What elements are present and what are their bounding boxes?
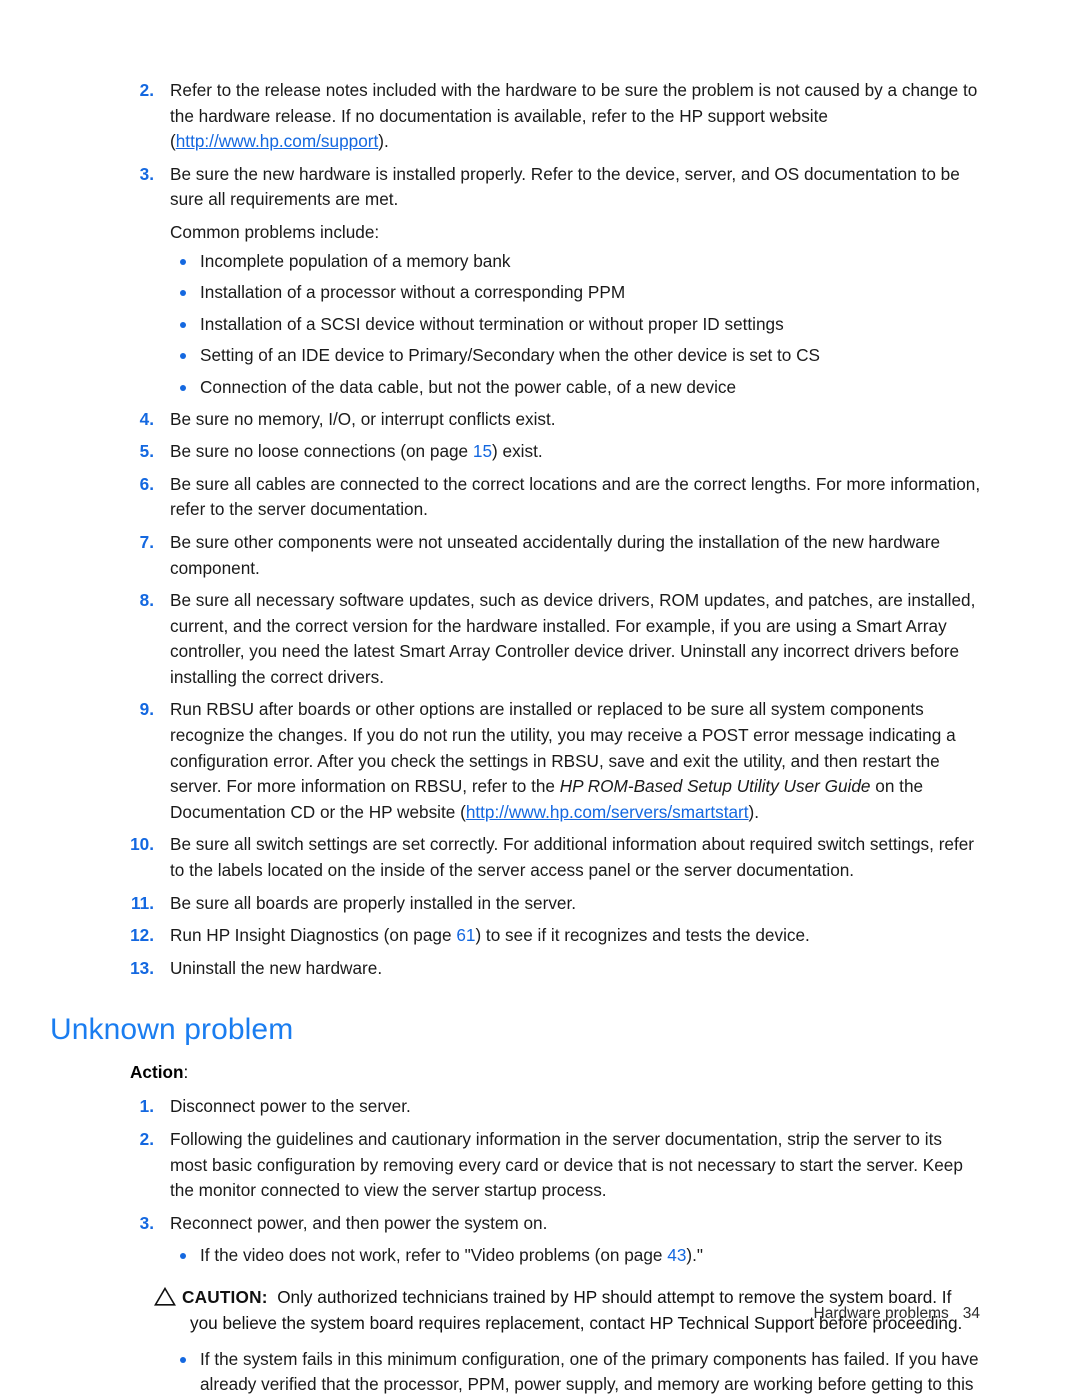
list-number: 13. xyxy=(130,957,154,978)
page-xref-15[interactable]: 15 xyxy=(473,441,492,461)
list-number: 1. xyxy=(139,1096,154,1117)
list-item-text: Disconnect power to the server. xyxy=(170,1096,411,1117)
list-number: 2. xyxy=(139,1129,154,1149)
list-number: 11. xyxy=(131,892,154,913)
list-item-text: Be sure no memory, I/O, or interrupt con… xyxy=(170,408,556,429)
list-item-text: Refer to the release notes included with… xyxy=(170,78,982,155)
list-item-step-12: 12. Run HP Insight Diagnostics (on page … xyxy=(42,923,982,949)
bullet-dot-icon xyxy=(180,1253,186,1260)
step-9-text-tail: ). xyxy=(748,801,760,822)
bullet-text: Installation of a SCSI device without te… xyxy=(200,313,784,334)
list-item-text: Be sure no loose connections (on page 15… xyxy=(170,439,982,465)
list-item-action-2: 2. Following the guidelines and cautiona… xyxy=(42,1127,982,1204)
page-title: Unknown problem xyxy=(50,1013,294,1047)
bullet-text-tail: )." xyxy=(686,1245,703,1266)
bullet-text: Installation of a processor without a co… xyxy=(200,282,626,303)
list-item-step-2: 2. Refer to the release notes included w… xyxy=(42,78,982,155)
bullet-text: If the video does not work, refer to "Vi… xyxy=(200,1245,668,1266)
list-item: Installation of a processor without a co… xyxy=(42,280,982,306)
list-number: 2. xyxy=(139,80,154,100)
page-footer: Hardware problems 34 xyxy=(0,1305,1080,1323)
hp-support-link[interactable]: http://www.hp.com/support xyxy=(176,131,379,151)
list-item: If the system fails in this minimum conf… xyxy=(42,1347,982,1397)
list-item-text: Be sure all necessary software updates, … xyxy=(170,590,976,687)
warning-triangle-icon xyxy=(154,1286,176,1306)
bullet-dot-icon xyxy=(180,258,186,265)
step-2-text-tail: ). xyxy=(378,131,389,152)
list-item-step-5: 5. Be sure no loose connections (on page… xyxy=(42,439,982,465)
smartstart-link[interactable]: http://www.hp.com/servers/smartstart xyxy=(466,802,749,822)
caution-label: CAUTION: xyxy=(182,1286,268,1307)
list-item-step-6: 6. Be sure all cables are connected to t… xyxy=(42,472,982,523)
list-item-text: Uninstall the new hardware. xyxy=(170,957,383,978)
bullet-text: Incomplete population of a memory bank xyxy=(200,250,511,271)
list-number: 4. xyxy=(139,408,154,429)
common-problems-list: Incomplete population of a memory bank I… xyxy=(42,249,982,401)
action-colon: : xyxy=(183,1062,189,1083)
bullet-text: If the system fails in this minimum conf… xyxy=(200,1348,979,1395)
final-bullet-list: If the system fails in this minimum conf… xyxy=(42,1347,982,1397)
list-item-text: Be sure other components were not unseat… xyxy=(170,531,941,578)
action-steps-list: 1. Disconnect power to the server. 2. Fo… xyxy=(42,1094,982,1236)
step-12-text: Run HP Insight Diagnostics (on page xyxy=(170,925,457,946)
document-page: 2. Refer to the release notes included w… xyxy=(0,0,1080,1397)
list-item-step-8: 8. Be sure all necessary software update… xyxy=(42,588,982,690)
list-item-text: Be sure all switch settings are set corr… xyxy=(170,834,975,881)
list-item: Installation of a SCSI device without te… xyxy=(42,312,982,338)
list-item-step-7: 7. Be sure other components were not uns… xyxy=(42,530,982,581)
list-item-text: Run HP Insight Diagnostics (on page 61) … xyxy=(170,923,982,949)
list-number: 9. xyxy=(139,699,154,720)
bullet-text: Connection of the data cable, but not th… xyxy=(200,376,737,397)
action-word: Action xyxy=(130,1062,184,1083)
list-number: 12. xyxy=(130,925,154,946)
list-item-text: Be sure all cables are connected to the … xyxy=(170,473,981,520)
bullet-dot-icon xyxy=(180,290,186,297)
footer-page-number: 34 xyxy=(962,1305,980,1322)
step-5-text-tail: ) exist. xyxy=(492,441,543,462)
bullet-dot-icon xyxy=(180,353,186,360)
page-xref-61[interactable]: 61 xyxy=(456,925,475,945)
list-item-step-10: 10. Be sure all switch settings are set … xyxy=(42,832,982,883)
list-item-text: Following the guidelines and cautionary … xyxy=(170,1129,963,1201)
list-number: 6. xyxy=(139,473,154,494)
list-item: Connection of the data cable, but not th… xyxy=(42,375,982,401)
list-item-step-9: 9. Run RBSU after boards or other option… xyxy=(42,697,982,825)
list-item-action-1: 1. Disconnect power to the server. xyxy=(42,1094,982,1120)
list-number: 5. xyxy=(139,441,154,462)
bullet-dot-icon xyxy=(180,1356,186,1363)
list-item-text: Run RBSU after boards or other options a… xyxy=(170,697,982,825)
list-number: 10. xyxy=(130,834,154,855)
list-number: 8. xyxy=(139,590,154,611)
list-item-step-4: 4. Be sure no memory, I/O, or interrupt … xyxy=(42,407,982,433)
list-item: Incomplete population of a memory bank xyxy=(42,249,982,275)
list-item-text: Be sure all boards are properly installe… xyxy=(170,892,577,913)
step-5-text: Be sure no loose connections (on page xyxy=(170,441,473,462)
list-item-text: Be sure the new hardware is installed pr… xyxy=(170,163,960,210)
list-number: 3. xyxy=(139,163,154,184)
list-item: Setting of an IDE device to Primary/Seco… xyxy=(42,343,982,369)
list-item-text: Reconnect power, and then power the syst… xyxy=(170,1212,548,1233)
page-content: 2. Refer to the release notes included w… xyxy=(42,78,982,1397)
rbsu-guide-title: HP ROM-Based Setup Utility User Guide xyxy=(559,776,871,797)
page-xref-43[interactable]: 43 xyxy=(667,1245,686,1265)
list-number: 7. xyxy=(139,531,154,552)
bullet-dot-icon xyxy=(180,384,186,391)
step-12-text-tail: ) to see if it recognizes and tests the … xyxy=(475,925,810,946)
footer-chapter: Hardware problems xyxy=(813,1305,949,1322)
common-problems-label: Common problems include: xyxy=(170,221,380,242)
list-number: 3. xyxy=(139,1212,154,1233)
bullet-dot-icon xyxy=(180,321,186,328)
hardware-steps-list-continued: 4. Be sure no memory, I/O, or interrupt … xyxy=(42,407,982,982)
list-item-step-13: 13. Uninstall the new hardware. xyxy=(42,956,982,982)
list-item-step-11: 11. Be sure all boards are properly inst… xyxy=(42,891,982,917)
action-label: Action: xyxy=(42,1059,982,1085)
bullet-text: Setting of an IDE device to Primary/Seco… xyxy=(200,345,821,366)
hardware-steps-list: 2. Refer to the release notes included w… xyxy=(42,78,982,213)
video-problem-list: If the video does not work, refer to "Vi… xyxy=(42,1243,982,1269)
list-item-step-3: 3. Be sure the new hardware is installed… xyxy=(42,162,982,213)
list-item: If the video does not work, refer to "Vi… xyxy=(42,1243,982,1269)
list-item-action-3: 3. Reconnect power, and then power the s… xyxy=(42,1211,982,1237)
